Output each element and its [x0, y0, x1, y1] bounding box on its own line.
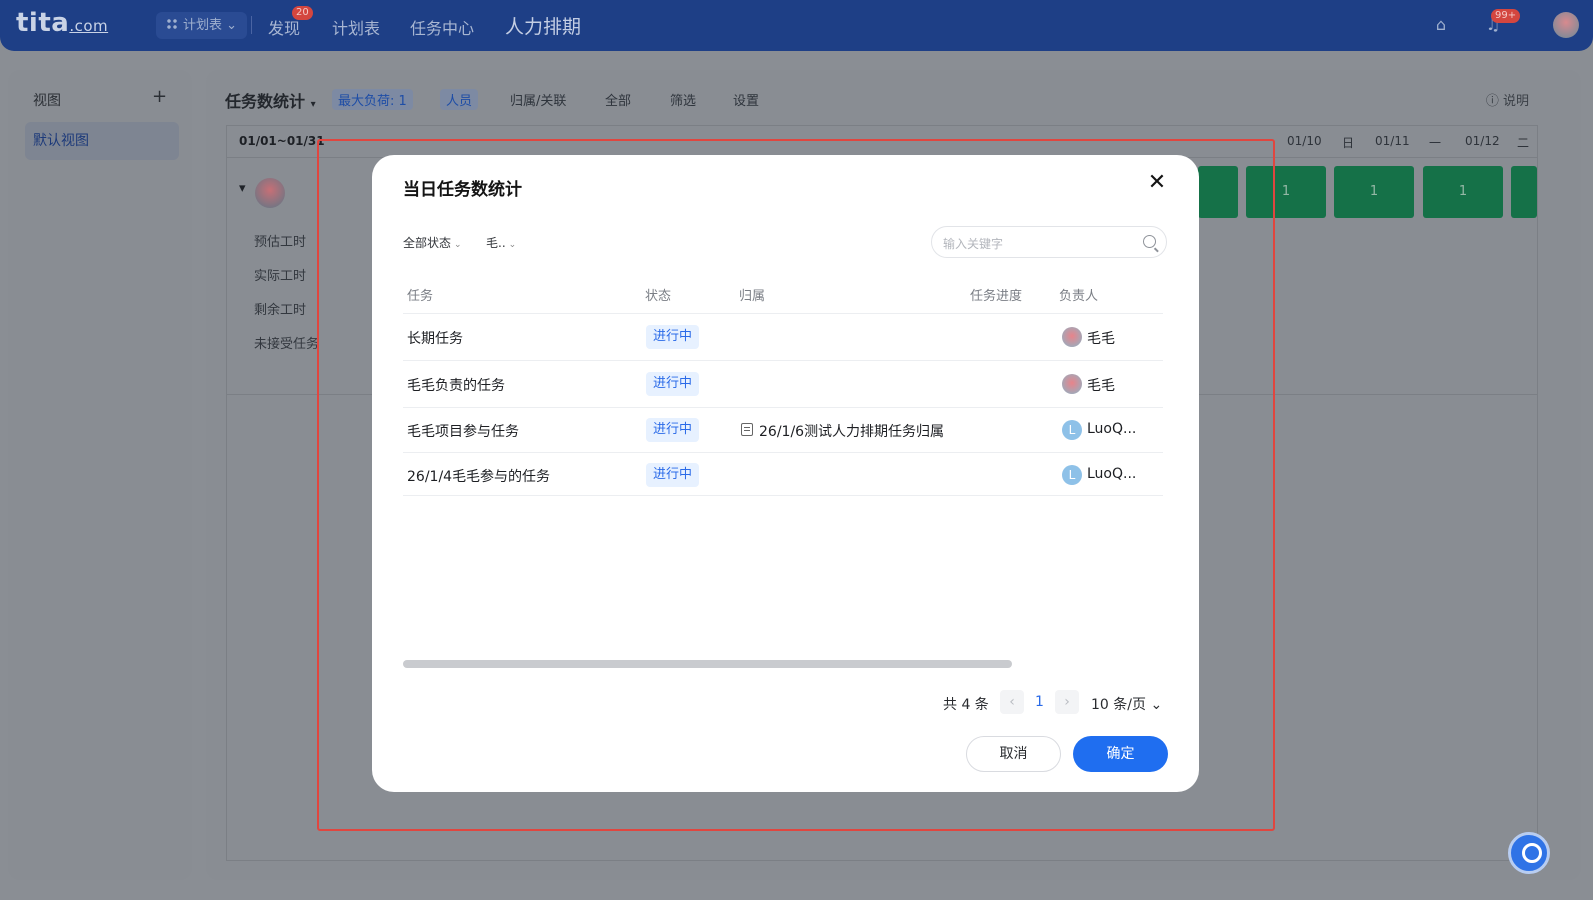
column-header-task: 任务 [407, 289, 434, 304]
remaining-hours-label: 剩余工时 [254, 303, 307, 318]
belong-relation-button[interactable]: 归属/关联 [510, 90, 566, 109]
person-avatar [255, 178, 285, 208]
date-header: 01/10 [1287, 134, 1322, 148]
chevron-down-icon: ⌄ [1150, 697, 1163, 713]
table-row[interactable]: 26/1/4毛毛参与的任务 进行中 L LuoQ... [403, 452, 1163, 496]
owner-name: LuoQ... [1087, 421, 1137, 437]
nav-task-center[interactable]: 任务中心 [410, 15, 474, 39]
owner-name: LuoQ... [1087, 466, 1137, 482]
views-title: 视图 [33, 93, 61, 109]
table-row[interactable]: 毛毛负责的任务 进行中 毛毛 [403, 360, 1163, 407]
person-filter-dropdown[interactable]: 毛.. ⌄ [486, 234, 516, 251]
table-row[interactable]: 毛毛项目参与任务 进行中 26/1/6测试人力排期任务归属 L LuoQ... [403, 407, 1163, 452]
chevron-down-icon: ⌄ [508, 240, 517, 250]
apps-icon [166, 18, 178, 30]
weekday-header: 二 [1517, 136, 1530, 150]
weekday-header: 一 [1429, 136, 1442, 150]
horizontal-scrollbar[interactable] [403, 660, 1012, 668]
plan-menu-dropdown[interactable]: 计划表 ⌄ [156, 12, 248, 39]
page-size-select[interactable]: 10 条/页 ⌄ [1091, 694, 1162, 714]
task-name[interactable]: 毛毛项目参与任务 [407, 421, 519, 441]
search-input[interactable]: 输入关键字 [931, 226, 1167, 258]
all-button[interactable]: 全部 [605, 90, 631, 109]
people-toggle[interactable]: 人员 [440, 89, 479, 110]
task-name[interactable]: 毛毛负责的任务 [407, 375, 505, 395]
dialog-title: 当日任务数统计 [403, 180, 522, 200]
chevron-down-icon: ⌄ [454, 240, 462, 250]
actual-hours-label: 实际工时 [254, 269, 307, 284]
sidebar-item-default-view[interactable]: 默认视图 [25, 122, 179, 160]
column-header-status: 状态 [645, 289, 672, 304]
column-header-progress: 任务进度 [970, 289, 1023, 304]
chevron-down-icon: ⌄ [226, 18, 238, 33]
current-page[interactable]: 1 [1035, 694, 1044, 710]
discover-badge: 20 [292, 6, 313, 20]
load-cell[interactable] [1511, 166, 1537, 218]
prev-page-button[interactable]: ‹ [1000, 690, 1024, 714]
filter-button[interactable]: 筛选 [670, 90, 696, 109]
owner-name: 毛毛 [1087, 331, 1115, 347]
add-view-button[interactable]: + [152, 86, 167, 107]
view-sidebar: 视图 + 默认视图 [8, 70, 192, 880]
cancel-button[interactable]: 取消 [966, 736, 1061, 772]
support-chat-icon[interactable] [1508, 832, 1550, 874]
home-icon[interactable]: ⌂ [1432, 16, 1450, 34]
user-avatar[interactable] [1553, 12, 1579, 38]
notification-badge: 99+ [1491, 9, 1521, 23]
status-badge: 进行中 [646, 372, 700, 396]
owner-avatar [1062, 374, 1082, 394]
status-badge: 进行中 [646, 325, 700, 349]
status-badge: 进行中 [646, 418, 700, 442]
owner-avatar [1062, 327, 1082, 347]
status-badge: 进行中 [646, 463, 700, 487]
settings-button[interactable]: 设置 [733, 90, 759, 109]
date-header: 01/12 [1465, 134, 1500, 148]
belong-link[interactable]: 26/1/6测试人力排期任务归属 [759, 421, 944, 441]
search-icon[interactable] [1143, 235, 1156, 248]
load-cell[interactable]: 1 [1334, 166, 1414, 218]
estimated-hours-label: 预估工时 [254, 235, 307, 250]
confirm-button[interactable]: 确定 [1073, 736, 1168, 772]
next-page-button[interactable]: › [1055, 690, 1079, 714]
help-link[interactable]: ⓘ 说明 [1486, 90, 1529, 109]
task-name[interactable]: 26/1/4毛毛参与的任务 [407, 466, 550, 486]
search-placeholder: 输入关键字 [943, 237, 1004, 251]
document-icon [741, 423, 753, 436]
question-icon: ⓘ [1485, 94, 1499, 109]
daily-task-count-dialog: 当日任务数统计 ✕ 全部状态 ⌄ 毛.. ⌄ 输入关键字 任务 状态 归属 任务进度… [372, 155, 1199, 792]
owner-avatar: L [1062, 465, 1082, 485]
nav-manpower-scheduling[interactable]: 人力排期 [505, 12, 581, 39]
expand-toggle[interactable]: ▾ [239, 181, 246, 196]
task-name[interactable]: 长期任务 [407, 328, 463, 348]
date-header: 01/11 [1375, 134, 1410, 148]
column-header-owner: 负责人 [1059, 289, 1099, 304]
status-filter-dropdown[interactable]: 全部状态 ⌄ [403, 234, 462, 251]
date-range[interactable]: 01/01~01/31 [239, 134, 325, 148]
caret-down-icon: ▾ [310, 99, 316, 110]
max-load-filter[interactable]: 最大负荷: 1 [332, 89, 413, 110]
nav-divider [251, 16, 252, 34]
load-cell[interactable]: 1 [1423, 166, 1503, 218]
top-navigation: tita.com 计划表 ⌄ 发现 20 计划表 任务中心 人力排期 ⌂ ♫ 9… [0, 0, 1593, 51]
pager-total: 共 4 条 [943, 697, 989, 713]
unaccepted-tasks-label: 未接受任务 [254, 337, 320, 352]
column-header-belong: 归属 [739, 289, 766, 304]
owner-avatar: L [1062, 420, 1082, 440]
table-row[interactable]: 长期任务 进行中 毛毛 [403, 313, 1163, 360]
weekday-header: 日 [1342, 136, 1355, 150]
page-title[interactable]: 任务数统计 ▾ [225, 88, 316, 112]
nav-plan-table[interactable]: 计划表 [332, 15, 380, 39]
owner-name: 毛毛 [1087, 378, 1115, 394]
tita-logo[interactable]: tita.com [16, 8, 108, 38]
close-icon[interactable]: ✕ [1145, 171, 1169, 195]
